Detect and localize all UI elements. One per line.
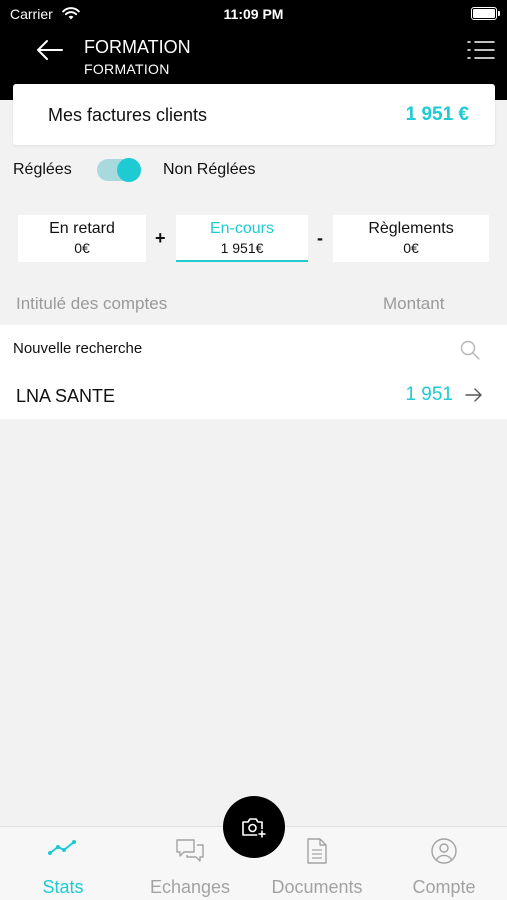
status-bar: Carrier 11:09 PM [0,5,507,23]
segment-in-progress-title: En-cours [209,220,275,237]
chart-line-icon [48,840,76,855]
back-arrow-icon[interactable] [34,38,64,62]
tab-compte-label: Compte [412,877,476,897]
account-row[interactable]: LNA SANTE 1 951 [0,373,507,419]
tab-documents-label: Documents [271,877,363,897]
account-name: LNA SANTE [16,386,116,406]
minus-operator: - [317,228,323,248]
tab-stats-label: Stats [42,877,84,897]
segment-in-progress[interactable]: En-cours 1 951€ [176,215,308,262]
paid-filter-row: Réglées Non Réglées [0,155,507,185]
search-label: Nouvelle recherche [13,340,143,357]
invoice-card-label: Mes factures clients [48,105,208,125]
segment-late-title: En retard [49,220,115,237]
account-amount: 1 951 [405,384,453,405]
camera-plus-icon [242,818,267,839]
unpaid-label: Non Réglées [163,161,256,178]
segment-payments-value: 0€ [403,240,419,256]
chat-bubbles-icon [176,839,204,862]
clock: 11:09 PM [223,6,284,22]
search-icon[interactable] [460,340,480,360]
segment-late-value: 0€ [74,240,90,256]
plus-operator: + [155,228,166,248]
tab-compte[interactable]: Compte [381,827,507,900]
paid-unpaid-toggle[interactable] [97,157,141,183]
document-icon [307,838,327,864]
camera-add-button[interactable] [223,796,285,858]
user-circle-icon [431,838,457,864]
invoice-card-amount: 1 951 € [405,104,469,125]
segment-payments-title: Règlements [368,220,454,237]
segment-late[interactable]: En retard 0€ [18,215,146,262]
search-row[interactable]: Nouvelle recherche [0,325,507,373]
paid-label: Réglées [13,161,72,178]
segment-payments[interactable]: Règlements 0€ [333,215,489,262]
tab-stats[interactable]: Stats [0,827,126,900]
column-header-accounts: Intitulé des comptes [16,294,168,313]
tab-echanges-label: Echanges [149,877,231,897]
list-menu-icon[interactable] [467,39,495,61]
page-subtitle: FORMATION [84,61,170,77]
page-title: FORMATION [84,37,191,57]
column-header-amount: Montant [383,294,445,313]
battery-icon [471,7,500,20]
chevron-right-arrow-icon [465,388,482,402]
segment-in-progress-value: 1 951€ [220,240,264,256]
invoice-summary-card: Mes factures clients 1 951 € [13,84,495,145]
